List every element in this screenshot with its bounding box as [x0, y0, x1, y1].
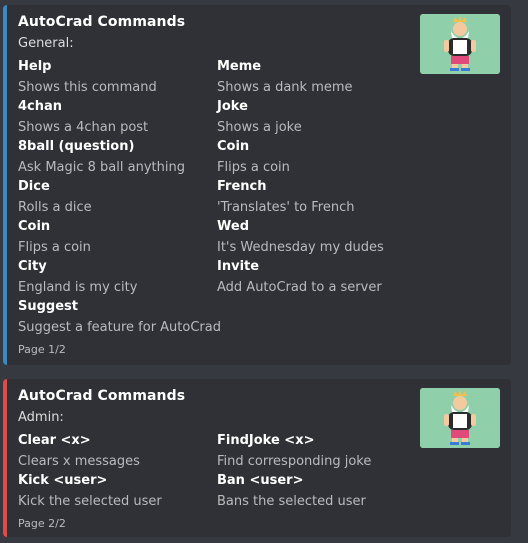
- cartoon-king-avatar-icon: [420, 388, 500, 448]
- field-value: Flips a coin: [217, 160, 290, 175]
- field-name: Kick <user>: [18, 473, 108, 488]
- field-value: Find corresponding joke: [217, 454, 372, 469]
- field-name: Clear <x>: [18, 433, 91, 448]
- field-name: Invite: [217, 259, 260, 274]
- field-name: Dice: [18, 179, 50, 194]
- embed-footer: Page 1/2: [18, 343, 66, 356]
- embed-admin-commands: AutoCrad Commands Admin: Clear <x> Clear…: [3, 379, 511, 537]
- field-name: 4chan: [18, 99, 63, 114]
- field-name: Wed: [217, 219, 249, 234]
- field-value: Shows this command: [18, 80, 157, 95]
- embed-thumbnail[interactable]: [420, 14, 500, 74]
- field-value: Flips a coin: [18, 240, 91, 255]
- field-value: Shows a joke: [217, 120, 302, 135]
- field-name: French: [217, 179, 267, 194]
- field-value: Clears x messages: [18, 454, 140, 469]
- field-name: 8ball (question): [18, 139, 135, 154]
- field-value: 'Translates' to French: [217, 200, 355, 215]
- field-value: Ask Magic 8 ball anything: [18, 160, 185, 175]
- field-name: City: [18, 259, 47, 274]
- field-value: Suggest a feature for AutoCrad: [18, 320, 221, 335]
- field-name: Help: [18, 59, 52, 74]
- field-name: Coin: [217, 139, 250, 154]
- field-name: Meme: [217, 59, 262, 74]
- field-name: Suggest: [18, 299, 78, 314]
- field-value: It's Wednesday my dudes: [217, 240, 384, 255]
- field-value: England is my city: [18, 280, 138, 295]
- field-name: Joke: [217, 99, 248, 114]
- field-value: Rolls a dice: [18, 200, 92, 215]
- field-value: Bans the selected user: [217, 494, 366, 509]
- embed-title: AutoCrad Commands: [18, 14, 186, 30]
- field-name: FindJoke <x>: [217, 433, 315, 448]
- embed-thumbnail[interactable]: [420, 388, 500, 448]
- field-name: Coin: [18, 219, 51, 234]
- embed-general-commands: AutoCrad Commands General: Help Shows th…: [3, 5, 511, 365]
- field-value: Kick the selected user: [18, 494, 162, 509]
- cartoon-king-avatar-icon: [420, 14, 500, 74]
- embed-title: AutoCrad Commands: [18, 388, 186, 404]
- field-name: Ban <user>: [217, 473, 304, 488]
- embed-description: General:: [18, 36, 74, 51]
- embed-description: Admin:: [18, 410, 64, 425]
- field-value: Shows a dank meme: [217, 80, 353, 95]
- embed-footer: Page 2/2: [18, 517, 66, 530]
- field-value: Shows a 4chan post: [18, 120, 149, 135]
- field-value: Add AutoCrad to a server: [217, 280, 382, 295]
